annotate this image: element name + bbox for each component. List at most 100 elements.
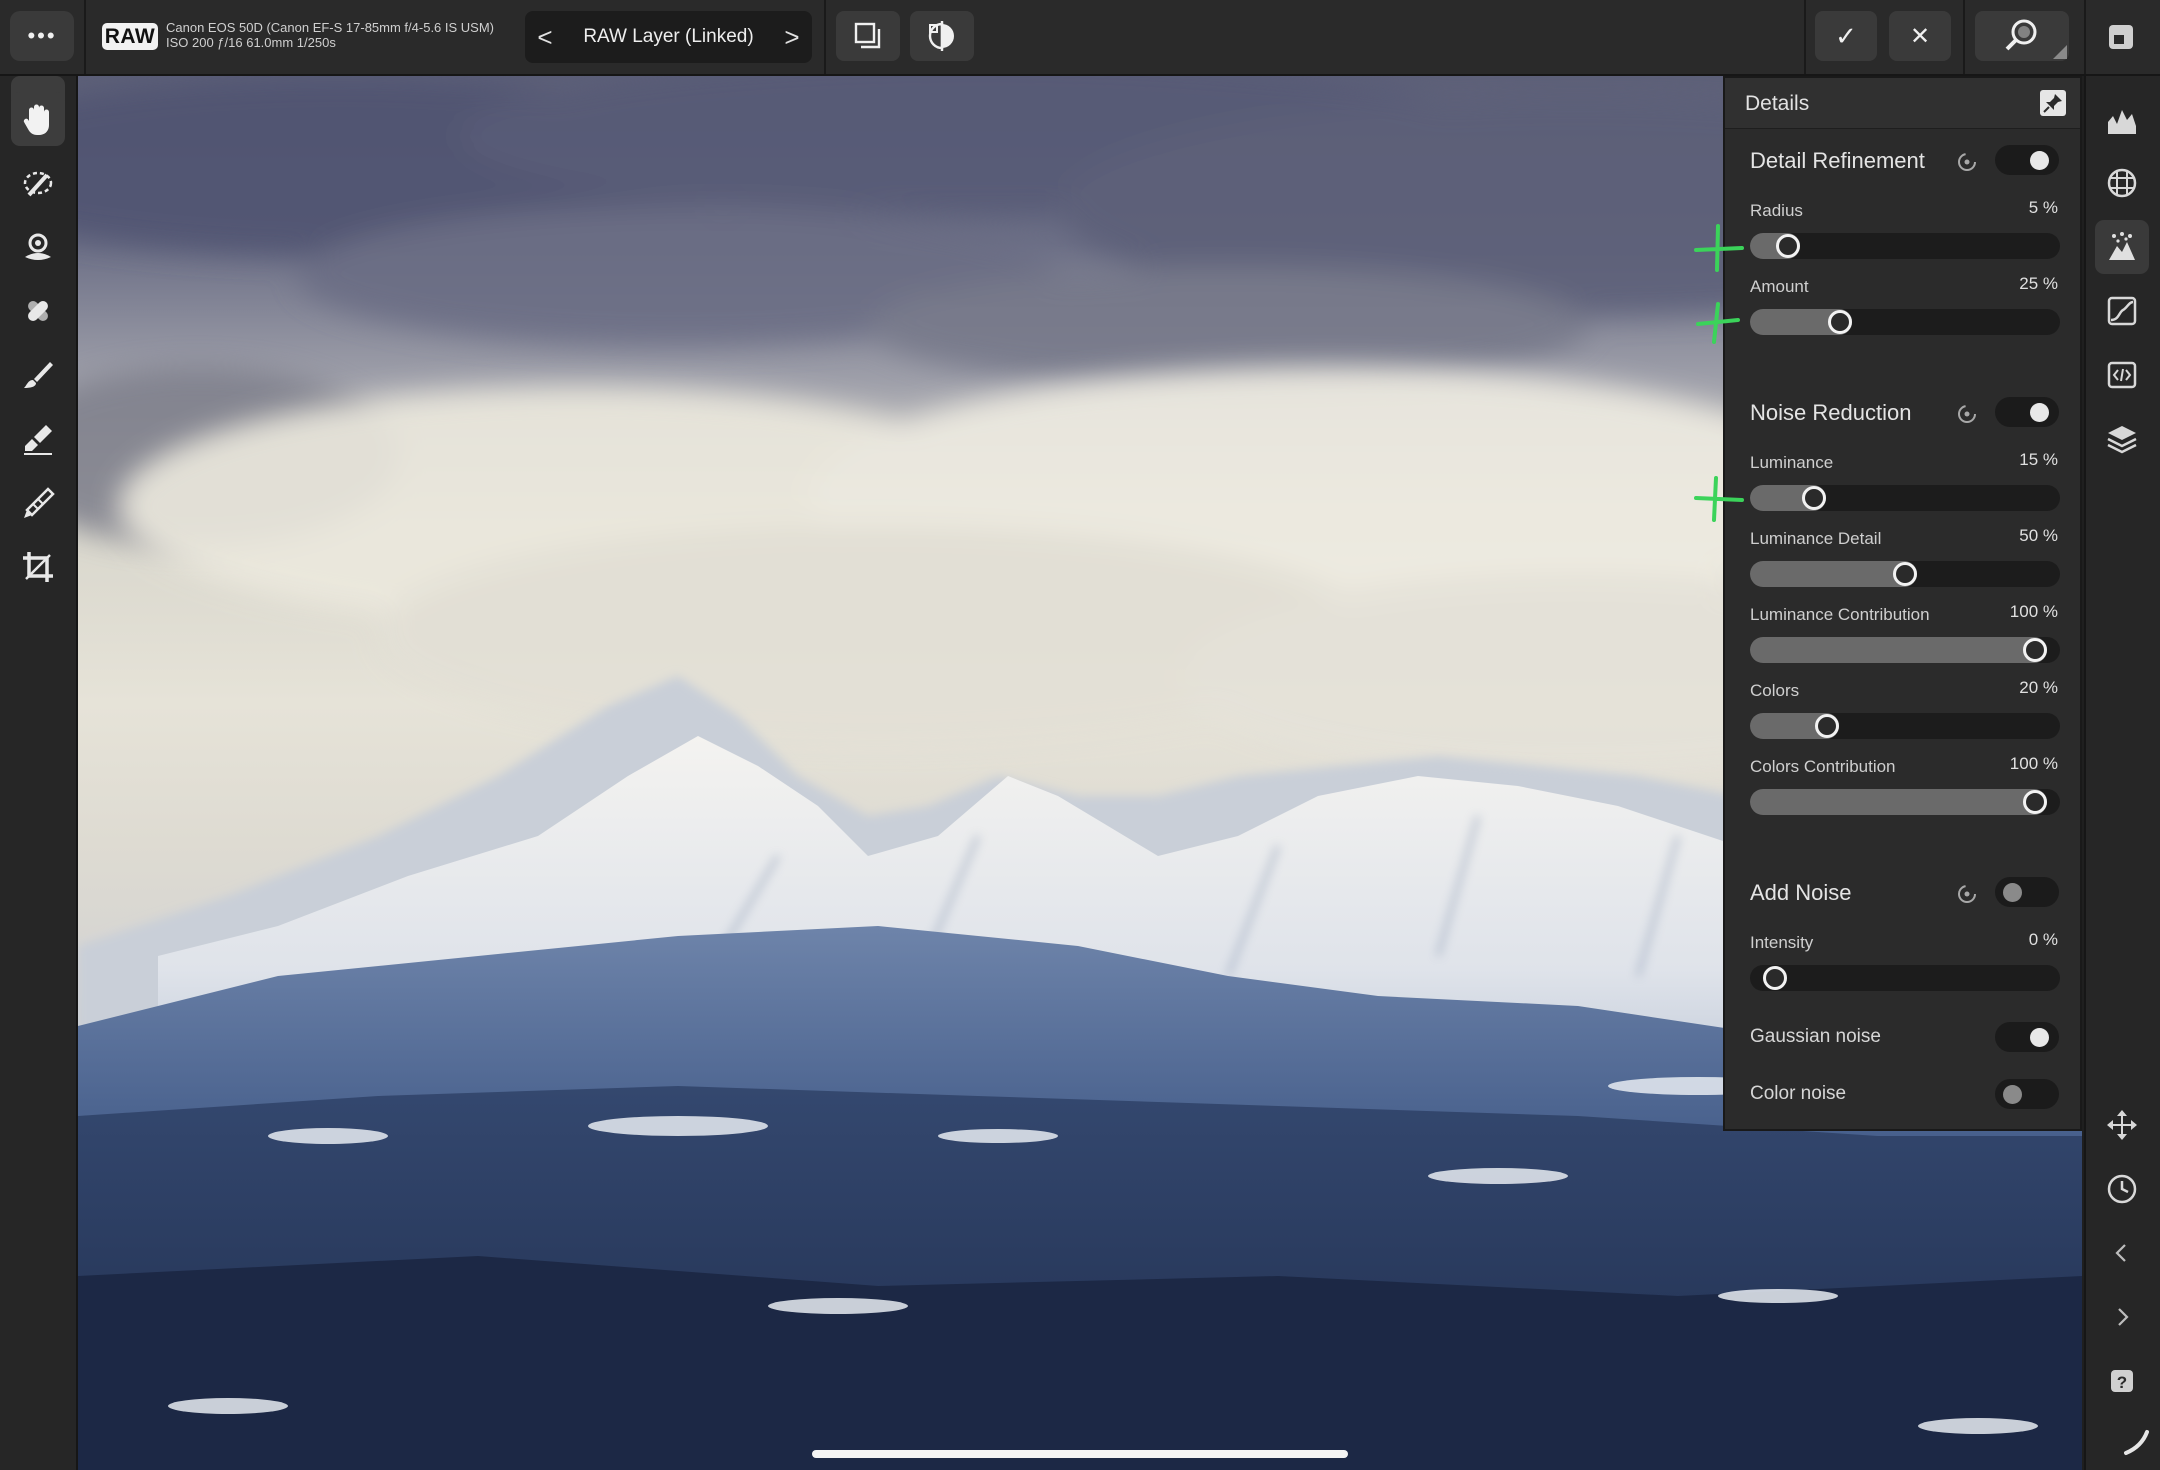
eraser-icon (24, 425, 52, 455)
luminance-contribution-value: 100 % (2009, 602, 2058, 621)
details-panel-button[interactable] (2095, 220, 2149, 274)
colors-contribution-label: Colors Contribution (1750, 757, 1896, 776)
output-layers-button[interactable] (836, 11, 900, 61)
crop-button[interactable] (11, 540, 65, 594)
divider (824, 0, 826, 74)
reset-icon[interactable] (1955, 150, 1979, 174)
svg-text:?: ? (2117, 1373, 2127, 1392)
transform-panel-button[interactable] (2095, 1098, 2149, 1152)
slider-thumb[interactable] (1763, 966, 1787, 990)
more-dots-icon: ••• (27, 23, 57, 48)
color-noise-toggle[interactable] (1995, 1079, 2059, 1109)
pencil-icon (2124, 1430, 2149, 1455)
reset-icon[interactable] (1955, 882, 1979, 906)
slider-thumb[interactable] (1893, 562, 1917, 586)
gradient-brush-button[interactable] (11, 476, 65, 530)
studio-panel-button[interactable] (2104, 20, 2138, 54)
slider-fill (1750, 561, 1917, 587)
amount-slider[interactable] (1750, 309, 2060, 335)
detail-refinement-toggle[interactable] (1995, 145, 2059, 175)
history-panel-button[interactable] (2095, 1162, 2149, 1216)
apply-button[interactable]: ✓ (1815, 11, 1877, 61)
gradient-brush-icon (24, 487, 55, 518)
chevron-left-icon (2115, 1244, 2126, 1262)
panel-title: Details (1745, 92, 1810, 115)
radius-slider[interactable] (1750, 233, 2060, 259)
intensity-label: Intensity (1750, 933, 1814, 952)
slider-fill (1750, 789, 2047, 815)
luminance-contribution-slider[interactable] (1750, 637, 2060, 663)
layer-name[interactable]: RAW Layer (Linked) (565, 26, 772, 48)
healing-button[interactable] (11, 284, 65, 338)
help-icon: ? (2111, 1370, 2133, 1392)
luminance-detail-label: Luminance Detail (1750, 529, 1882, 548)
more-menu-button[interactable]: ••• (10, 11, 74, 61)
raw-badge: RAW (102, 23, 158, 50)
gaussian-noise-toggle[interactable] (1995, 1022, 2059, 1052)
previous-layer-button[interactable]: < (525, 22, 565, 53)
hand-icon (23, 104, 49, 135)
noise-reduction-title: Noise Reduction (1750, 400, 1912, 425)
lens-panel-button[interactable] (2095, 156, 2149, 210)
tones-panel-button[interactable] (2095, 284, 2149, 338)
panel-header: Details (1725, 78, 2080, 129)
slider-thumb[interactable] (1828, 310, 1852, 334)
details-panel: Details Detail Refinement Radius 5 % Amo… (1723, 76, 2082, 1131)
slider-thumb[interactable] (1802, 486, 1826, 510)
slider-fill (1750, 637, 2047, 663)
histogram-panel-button[interactable] (2095, 92, 2149, 146)
brush-icon (24, 362, 53, 388)
luminance-slider[interactable] (1750, 485, 2060, 511)
paint-brush-button[interactable] (11, 348, 65, 402)
code-icon (2107, 361, 2137, 389)
pin-panel-button[interactable] (2040, 90, 2066, 116)
window-icon (2109, 25, 2133, 49)
macros-panel-button[interactable] (2095, 348, 2149, 402)
next-layer-button[interactable]: > (772, 22, 812, 53)
toggle-knob (2003, 1085, 2022, 1104)
colors-slider[interactable] (1750, 713, 2060, 739)
home-indicator (812, 1450, 1348, 1458)
pencil-status-button[interactable] (2120, 1426, 2150, 1456)
erase-brush-button[interactable] (11, 412, 65, 466)
add-noise-title: Add Noise (1750, 880, 1852, 905)
colors-label: Colors (1750, 681, 1800, 700)
camera-exif-info: Canon EOS 50D (Canon EF-S 17-85mm f/4-5.… (166, 20, 494, 50)
before-after-button[interactable] (910, 11, 974, 61)
annotation-cross-mark (1694, 476, 1744, 522)
divider (1963, 0, 1965, 74)
intensity-slider[interactable] (1750, 965, 2060, 991)
slider-thumb[interactable] (2023, 638, 2047, 662)
add-noise-toggle[interactable] (1995, 877, 2059, 907)
collapse-panel-button[interactable] (2095, 1226, 2149, 1280)
expand-panel-button[interactable] (2095, 1290, 2149, 1344)
camera-model: Canon EOS 50D (Canon EF-S 17-85mm f/4-5.… (166, 20, 495, 35)
annotation-cross-mark (1694, 224, 1744, 272)
toggle-knob (2030, 1028, 2049, 1047)
slider-thumb[interactable] (1776, 234, 1800, 258)
reset-icon[interactable] (1955, 402, 1979, 426)
colors-contribution-slider[interactable] (1750, 789, 2060, 815)
selection-brush-icon (23, 171, 53, 197)
toggle-knob (2030, 403, 2049, 422)
layers-icon (2107, 426, 2137, 454)
slider-thumb[interactable] (1815, 714, 1839, 738)
slider-thumb[interactable] (2023, 790, 2047, 814)
luminance-detail-slider[interactable] (1750, 561, 2060, 587)
cancel-button[interactable]: ✕ (1889, 11, 1951, 61)
overlay-button[interactable] (11, 220, 65, 274)
crop-icon (23, 552, 53, 582)
noise-reduction-toggle[interactable] (1995, 397, 2059, 427)
selection-brush-button[interactable] (11, 156, 65, 210)
radius-label: Radius (1750, 201, 1803, 220)
layers-panel-button[interactable] (2095, 412, 2149, 466)
move-arrows-icon (2107, 1110, 2137, 1140)
close-icon: ✕ (1909, 22, 1931, 50)
hand-tool-button[interactable] (11, 92, 65, 146)
intensity-value: 0 % (2028, 930, 2058, 949)
luminance-detail-value: 50 % (2019, 526, 2058, 545)
help-button[interactable]: ? (2095, 1354, 2149, 1408)
luminance-contribution-label: Luminance Contribution (1750, 605, 1930, 624)
toggle-knob (2030, 151, 2049, 170)
zoom-button[interactable] (1975, 11, 2069, 61)
